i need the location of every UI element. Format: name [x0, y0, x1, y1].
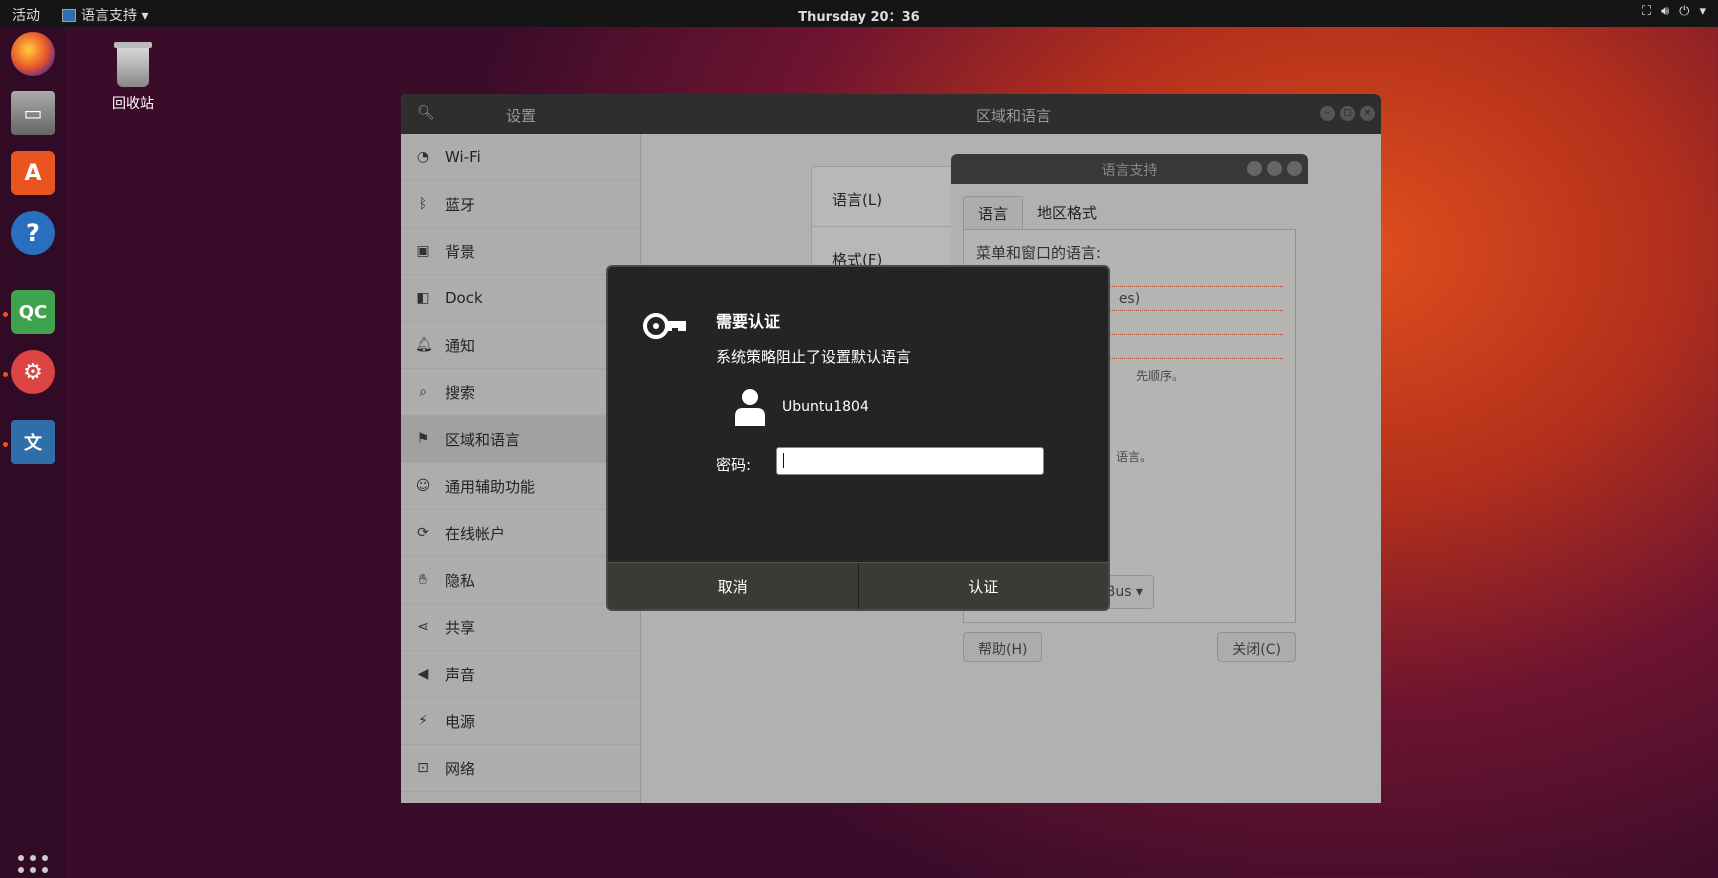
minimize-button[interactable] — [1247, 161, 1262, 176]
maximize-button[interactable] — [1267, 161, 1282, 176]
network-icon[interactable]: ⛶ — [1642, 4, 1651, 19]
files-icon[interactable]: ▭ — [11, 91, 55, 135]
username: Ubuntu1804 — [782, 399, 869, 415]
password-field[interactable] — [776, 447, 1044, 475]
help-icon[interactable]: ? — [11, 211, 55, 255]
text-cursor — [783, 452, 784, 468]
password-label: 密码: — [716, 456, 752, 474]
trash-icon — [114, 42, 152, 87]
trash-label: 回收站 — [112, 96, 154, 112]
language-support-icon[interactable]: 文 — [11, 420, 55, 464]
trash-desktop-item[interactable]: 回收站 — [105, 42, 161, 113]
dialog-heading: 需要认证 — [716, 312, 781, 331]
show-applications-icon[interactable] — [18, 855, 48, 878]
authenticate-button[interactable]: 认证 — [858, 563, 1108, 609]
qt-creator-icon[interactable]: QC — [11, 290, 55, 334]
cancel-button[interactable]: 取消 — [608, 563, 859, 609]
volume-icon[interactable]: 🔊︎ — [1661, 4, 1669, 19]
settings-title: 设置 — [506, 107, 537, 125]
search-icon[interactable]: 🔍︎ — [417, 105, 435, 121]
dialog-message: 系统策略阻止了设置默认语言 — [716, 348, 912, 366]
dialog-buttons: 取消 认证 — [608, 562, 1108, 609]
settings-tool-icon[interactable]: ⚙ — [11, 350, 55, 394]
power-icon[interactable]: ⏻ — [1679, 4, 1689, 19]
panel-title: 区域和语言 — [976, 107, 1052, 125]
user-avatar-icon — [735, 389, 765, 426]
language-support-header: 语言支持 — [951, 154, 1308, 184]
dock: ▭ A ? QC ⚙ 文 — [0, 27, 66, 878]
key-icon — [643, 313, 686, 339]
close-button[interactable] — [1287, 161, 1302, 176]
clock[interactable]: Thursday 20：36 — [0, 6, 1718, 25]
settings-header: 🔍︎ 设置 区域和语言 – □ × — [401, 94, 1381, 134]
language-support-title: 语言支持 — [1101, 163, 1158, 179]
minimize-button[interactable]: – — [1320, 106, 1335, 121]
top-bar: 活动 语言支持 ▾ Thursday 20：36 ⛶ 🔊︎ ⏻ ▾ — [0, 0, 1718, 27]
maximize-button[interactable]: □ — [1340, 106, 1355, 121]
system-tray[interactable]: ⛶ 🔊︎ ⏻ ▾ — [1642, 4, 1706, 19]
user-identity: Ubuntu1804 — [734, 388, 869, 426]
authentication-dialog: 需要认证 系统策略阻止了设置默认语言 Ubuntu1804 密码: 取消 认证 — [606, 265, 1110, 611]
chevron-down-icon[interactable]: ▾ — [1699, 4, 1706, 19]
firefox-icon[interactable] — [11, 32, 55, 76]
software-icon[interactable]: A — [11, 151, 55, 195]
close-button[interactable]: × — [1360, 106, 1375, 121]
